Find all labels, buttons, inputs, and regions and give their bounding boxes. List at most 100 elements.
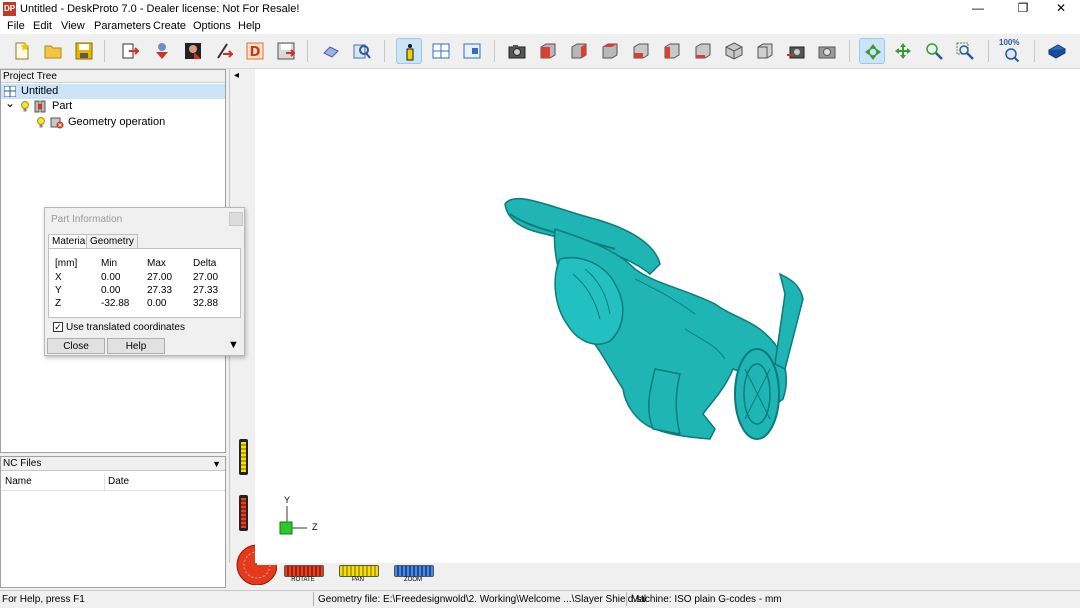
pan-mode-button[interactable] — [890, 38, 916, 64]
zoom-mode-button[interactable] — [921, 38, 947, 64]
column-divider[interactable] — [104, 474, 105, 490]
open-project-button[interactable] — [40, 38, 66, 64]
window-title: Untitled - DeskProto 7.0 - Dealer licens… — [20, 3, 300, 15]
operation-icon — [50, 117, 64, 129]
axis-y-label: Y — [284, 495, 291, 505]
lightbulb-icon[interactable] — [37, 117, 45, 128]
bitmap-icon — [185, 43, 201, 59]
view-plain-button[interactable] — [752, 38, 778, 64]
view-iso-button[interactable] — [721, 38, 747, 64]
load-geometry-button[interactable] — [149, 38, 175, 64]
restore-button[interactable]: ❐ — [1008, 0, 1038, 19]
3d-viewport[interactable]: Y Z — [255, 69, 1080, 563]
new-project-button[interactable] — [9, 38, 35, 64]
expand-arrow-icon[interactable]: ▼ — [228, 339, 239, 351]
cube-red-front-icon — [540, 43, 556, 59]
menu-file[interactable]: File — [7, 20, 25, 32]
view-right-button[interactable] — [628, 38, 654, 64]
tree-item-project[interactable]: Untitled — [1, 84, 225, 99]
cube-bottom-icon — [695, 43, 711, 59]
nc-files-header: NC Files ▼ — [1, 457, 225, 471]
toolbar-separator — [104, 40, 105, 62]
geometry-import-icon — [156, 43, 168, 59]
close-dialog-button[interactable]: Close — [47, 338, 105, 354]
rotate-indicator[interactable] — [239, 495, 248, 531]
zoom-100-button[interactable]: 100% — [998, 38, 1024, 64]
cube-top-icon — [664, 43, 680, 59]
part-wizard-button[interactable] — [117, 38, 143, 64]
axis-triad — [279, 506, 307, 535]
dialog-title: Part Information — [51, 214, 123, 225]
column-name[interactable]: Name — [5, 476, 32, 487]
zoom-window-button[interactable] — [952, 38, 978, 64]
bitmap-button[interactable] — [180, 38, 206, 64]
menu-parameters[interactable]: Parameters — [94, 20, 151, 32]
part-information-dialog: Part Information Material Geometry [mm] … — [44, 207, 245, 356]
view-settings-button[interactable] — [459, 38, 485, 64]
help-button[interactable]: Help — [107, 338, 165, 354]
toolbar-separator — [384, 40, 385, 62]
cube-red-top-icon — [602, 43, 618, 59]
rotate-arrows-icon — [865, 44, 881, 60]
view-front-button[interactable] — [535, 38, 561, 64]
menu-create[interactable]: Create — [153, 20, 186, 32]
camera-save-button[interactable] — [783, 38, 809, 64]
zoom-level-label: 100% — [999, 38, 1020, 47]
use-translated-label: Use translated coordinates — [66, 322, 185, 333]
menu-help[interactable]: Help — [238, 20, 261, 32]
use-translated-checkbox[interactable]: ✓ — [53, 322, 63, 332]
vector-button[interactable] — [211, 38, 237, 64]
zoom-mode-indicator[interactable] — [394, 565, 434, 577]
status-machine: Machine: ISO plain G-codes - mm — [631, 594, 782, 605]
preview-button[interactable] — [349, 38, 375, 64]
column-date[interactable]: Date — [108, 476, 129, 487]
dropdown-arrow-icon[interactable]: ▼ — [212, 457, 221, 471]
menu-view[interactable]: View — [61, 20, 85, 32]
app-logo-icon: DP — [3, 2, 16, 16]
tab-geometry[interactable]: Geometry — [86, 234, 138, 249]
status-help-text: For Help, press F1 — [2, 594, 85, 605]
menu-edit[interactable]: Edit — [33, 20, 52, 32]
tree-item-part[interactable]: ⌄ Part — [1, 96, 225, 114]
dialog-close-box[interactable] — [229, 212, 243, 226]
status-separator — [313, 592, 314, 606]
save-toolpath-button[interactable] — [273, 38, 299, 64]
cube-grey-icon — [725, 42, 743, 60]
part-information-button[interactable] — [396, 38, 422, 64]
view-left-button[interactable] — [597, 38, 623, 64]
pan-mode-indicator[interactable] — [339, 565, 379, 577]
chevron-down-icon[interactable]: ⌄ — [5, 96, 15, 111]
view-top-button[interactable] — [659, 38, 685, 64]
tree-item-label: Geometry operation — [68, 116, 166, 128]
view-bottom-button[interactable] — [690, 38, 716, 64]
model-render[interactable] — [255, 69, 1080, 563]
tree-item-label: Untitled — [21, 85, 59, 97]
erase-button[interactable] — [318, 38, 344, 64]
toolbar-separator — [988, 40, 989, 62]
menu-options[interactable]: Options — [193, 20, 231, 32]
zoom-label: ZOOM — [404, 577, 422, 583]
collapse-arrow-icon[interactable]: ◂ — [234, 70, 239, 81]
vector-icon — [217, 43, 233, 59]
tree-item-geometry-operation[interactable]: Geometry operation — [1, 115, 225, 130]
drawing-button[interactable]: D — [242, 38, 268, 64]
pan-label: PAN — [352, 577, 364, 583]
manual-button[interactable] — [1044, 38, 1070, 64]
close-button[interactable]: ✕ — [1046, 0, 1076, 19]
menu-bar: File Edit View Parameters Create Options… — [0, 19, 1080, 34]
camera-view-button[interactable] — [504, 38, 530, 64]
min-header: Min — [101, 258, 118, 269]
minimize-button[interactable]: — — [963, 0, 993, 19]
y-delta-value: 27.33 — [193, 285, 219, 296]
camera-restore-button[interactable] — [814, 38, 840, 64]
rotate-mode-indicator[interactable] — [284, 565, 324, 577]
status-bar: For Help, press F1 Geometry file: E:\Fre… — [0, 590, 1080, 608]
view-back-button[interactable] — [566, 38, 592, 64]
save-project-button[interactable] — [71, 38, 97, 64]
lightbulb-icon[interactable] — [21, 101, 29, 112]
layout-grid-button[interactable] — [428, 38, 454, 64]
rotate-mode-button[interactable] — [859, 38, 885, 64]
z-delta-value: 32.88 — [193, 298, 219, 309]
pan-indicator[interactable] — [239, 439, 248, 475]
x-max-value: 27.00 — [147, 272, 173, 283]
